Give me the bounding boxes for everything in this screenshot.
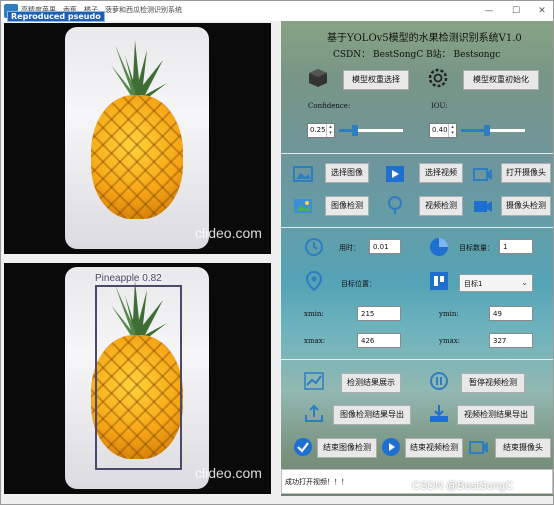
model-weight-init-button[interactable]: 模型权重初始化 (463, 70, 539, 90)
original-image-panel: clideo.com (4, 23, 271, 254)
iou-value: 0.40 (432, 126, 448, 134)
pineapple-photo: clideo.com (65, 27, 262, 249)
pineapple-body (91, 95, 183, 219)
upload-icon[interactable] (304, 403, 324, 423)
target-select-icon (430, 272, 448, 290)
author-info: CSDN： BestSongC B站： Bestsongc (333, 50, 501, 60)
location-detect-icon[interactable] (385, 195, 405, 215)
title-bar: 高精度苹果、香蕉、橘子、菠萝和西瓜检测识别系统 Reproduced pseud… (1, 1, 554, 22)
image-detect-button[interactable]: 图像检测 (325, 196, 369, 216)
count-value: 1 (503, 243, 508, 251)
export-image-results-button[interactable]: 图像检测结果导出 (333, 405, 411, 425)
xmax-label: xmax: (304, 337, 326, 345)
iou-slider-handle[interactable] (483, 125, 490, 136)
divider-1 (281, 153, 553, 154)
iou-label: IOU: (431, 102, 448, 110)
stop-camera-icon[interactable] (469, 437, 489, 457)
overlay-label: Reproduced pseudo (7, 11, 105, 22)
detection-box (95, 285, 182, 470)
camera-detect-button[interactable]: 摄像头检测 (501, 196, 551, 216)
pause-video-button[interactable]: 暂停视频检测 (461, 373, 525, 393)
status-message: 成功打开视频！！！ (285, 478, 348, 486)
chevron-down-icon: ⌄ (521, 278, 528, 287)
confidence-slider-handle[interactable] (352, 125, 358, 136)
show-results-button[interactable]: 检测结果展示 (341, 373, 401, 393)
download-icon[interactable] (429, 403, 449, 423)
gear-icon[interactable] (428, 68, 448, 88)
control-panel: 基于YOLOv5模型的水果检测识别系统V1.0 CSDN： BestSongC … (281, 21, 553, 496)
export-video-results-button[interactable]: 视频检测结果导出 (457, 405, 535, 425)
csdn-watermark: CSDN @BestSongC (412, 480, 514, 492)
close-button[interactable]: ✕ (530, 3, 554, 19)
image-icon[interactable] (293, 164, 313, 184)
model-weight-select-button[interactable]: 模型权重选择 (343, 70, 409, 90)
confidence-spinbox[interactable]: 0.25 ▴ ▾ (307, 123, 335, 138)
confidence-slider[interactable] (339, 125, 403, 136)
ymin-field: 49 (489, 306, 533, 321)
end-camera-button[interactable]: 结束摄像头 (495, 438, 551, 458)
select-image-button[interactable]: 选择图像 (325, 163, 369, 183)
ymin-value: 49 (493, 310, 502, 318)
divider-2 (281, 227, 553, 228)
minimize-button[interactable]: — (477, 3, 501, 19)
clideo-watermark: clideo.com (195, 225, 262, 241)
cube-icon[interactable] (308, 68, 328, 88)
detection-label: Pineapple 0.82 (95, 273, 162, 284)
video-icon[interactable] (385, 164, 405, 184)
xmin-label: xmin: (304, 310, 324, 318)
xmax-value: 426 (361, 337, 375, 345)
picture-detect-icon[interactable] (293, 196, 313, 216)
confidence-label: Confidence: (308, 102, 351, 110)
time-label: 用时： (339, 244, 360, 252)
ymax-field: 327 (489, 333, 533, 348)
video-detect-button[interactable]: 视频检测 (419, 196, 463, 216)
ymax-value: 327 (493, 337, 507, 345)
end-video-detect-button[interactable]: 结束视频检测 (405, 438, 463, 458)
xmin-value: 215 (361, 310, 375, 318)
count-label: 目标数量： (459, 244, 494, 252)
app-window: 高精度苹果、香蕉、橘子、菠萝和西瓜检测识别系统 Reproduced pseud… (0, 0, 554, 505)
position-label: 目标位置： (341, 280, 376, 288)
count-field: 1 (499, 239, 533, 254)
maximize-button[interactable]: ☐ (504, 3, 528, 19)
result-image-panel: clideo.com Pineapple 0.82 (4, 263, 271, 494)
time-value: 0.01 (373, 243, 389, 251)
spin-arrows-icon[interactable]: ▴ ▾ (326, 124, 334, 137)
confidence-value: 0.25 (310, 126, 326, 134)
iou-slider[interactable] (461, 125, 525, 136)
pie-chart-icon (430, 238, 448, 256)
ymax-label: ymax: (439, 337, 461, 345)
system-title: 基于YOLOv5模型的水果检测识别系统V1.0 (327, 33, 522, 44)
end-image-detect-button[interactable]: 结束图像检测 (317, 438, 377, 458)
xmin-field: 215 (357, 306, 401, 321)
stop-video-icon[interactable] (381, 437, 401, 457)
iou-spinbox[interactable]: 0.40 ▴ ▾ (429, 123, 457, 138)
spin-arrows-icon[interactable]: ▴ ▾ (448, 124, 456, 137)
camera-icon[interactable] (473, 164, 493, 184)
check-icon[interactable] (293, 437, 313, 457)
divider-3 (281, 359, 553, 360)
camera-detect-icon[interactable] (473, 196, 493, 216)
iou-slider-fill (461, 129, 487, 132)
target-dropdown-value: 目标1 (464, 280, 483, 288)
line-chart-icon[interactable] (304, 371, 324, 391)
open-camera-button[interactable]: 打开摄像头 (501, 163, 551, 183)
select-video-button[interactable]: 选择视频 (419, 163, 463, 183)
target-dropdown[interactable]: 目标1 ⌄ (459, 274, 533, 292)
pause-icon[interactable] (429, 371, 449, 391)
location-icon (305, 271, 323, 291)
time-field: 0.01 (369, 239, 401, 254)
ymin-label: ymin: (439, 310, 459, 318)
clideo-watermark-result: clideo.com (195, 465, 262, 481)
timer-icon (305, 238, 323, 256)
xmax-field: 426 (357, 333, 401, 348)
